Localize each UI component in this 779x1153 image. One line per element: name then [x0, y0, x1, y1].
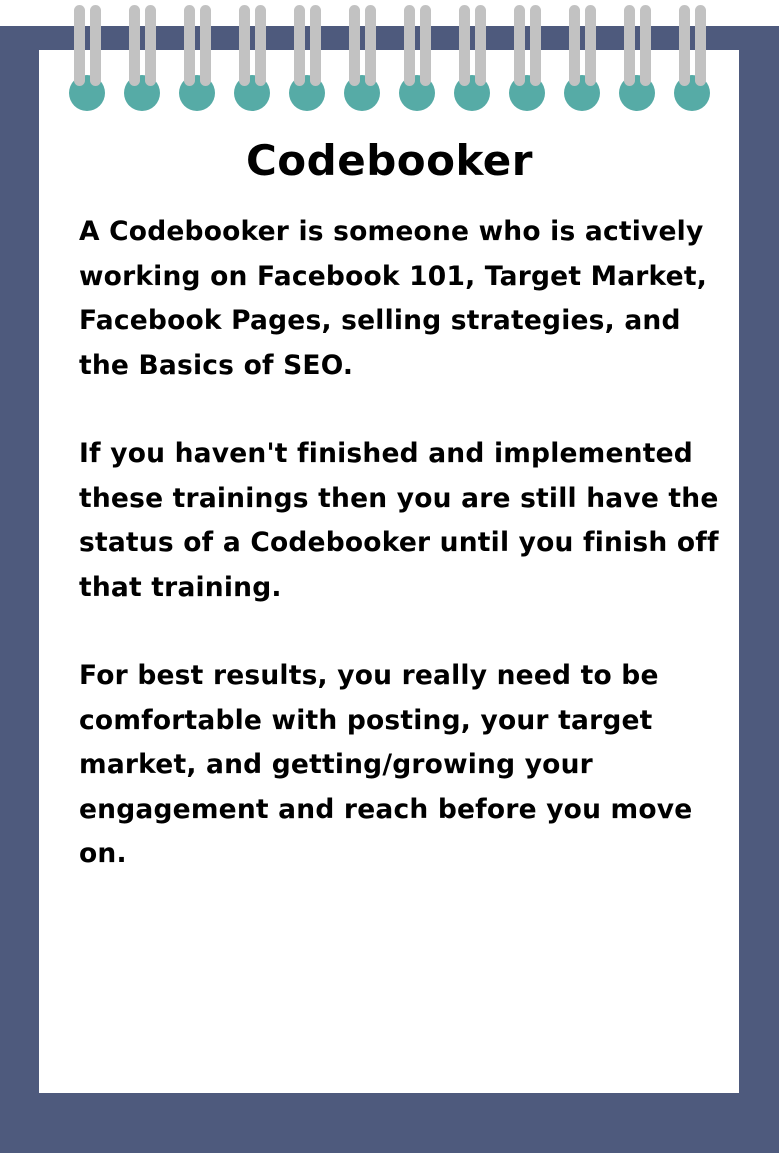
ring-wire — [679, 5, 690, 86]
spiral-ring-icon — [234, 0, 270, 111]
ring-wire — [365, 5, 376, 86]
ring-wire — [585, 5, 596, 86]
spiral-ring-icon — [289, 0, 325, 111]
paragraph-advice: For best results, you really need to be … — [79, 660, 693, 869]
ring-wire — [640, 5, 651, 86]
ring-wire — [459, 5, 470, 86]
ring-wire — [404, 5, 415, 86]
page-content: A Codebooker is someone who is actively … — [79, 210, 719, 921]
ring-wire — [90, 5, 101, 86]
spiral-ring-icon — [124, 0, 160, 111]
ring-wire — [74, 5, 85, 86]
ring-wire — [695, 5, 706, 86]
ring-wire — [200, 5, 211, 86]
spiral-ring-icon — [674, 0, 710, 111]
ring-wire — [569, 5, 580, 86]
page-title: Codebooker — [245, 136, 533, 185]
spiral-ring-icon — [399, 0, 435, 111]
ring-wire — [420, 5, 431, 86]
ring-wire — [310, 5, 321, 86]
paragraph-status: If you haven't finished and implemented … — [79, 438, 719, 603]
spiral-binding — [0, 0, 779, 120]
spiral-ring-icon — [509, 0, 545, 111]
ring-wire — [239, 5, 250, 86]
spiral-ring-icon — [619, 0, 655, 111]
ring-wire — [255, 5, 266, 86]
spiral-ring-icon — [69, 0, 105, 111]
ring-wire — [475, 5, 486, 86]
ring-wire — [294, 5, 305, 86]
spiral-ring-icon — [179, 0, 215, 111]
ring-wire — [129, 5, 140, 86]
ring-wire — [145, 5, 156, 86]
ring-wire — [514, 5, 525, 86]
paragraph-definition: A Codebooker is someone who is actively … — [79, 216, 707, 381]
ring-wire — [184, 5, 195, 86]
ring-wire — [624, 5, 635, 86]
spiral-ring-icon — [454, 0, 490, 111]
ring-wire — [530, 5, 541, 86]
ring-wire — [349, 5, 360, 86]
spiral-ring-icon — [344, 0, 380, 111]
spiral-ring-icon — [564, 0, 600, 111]
